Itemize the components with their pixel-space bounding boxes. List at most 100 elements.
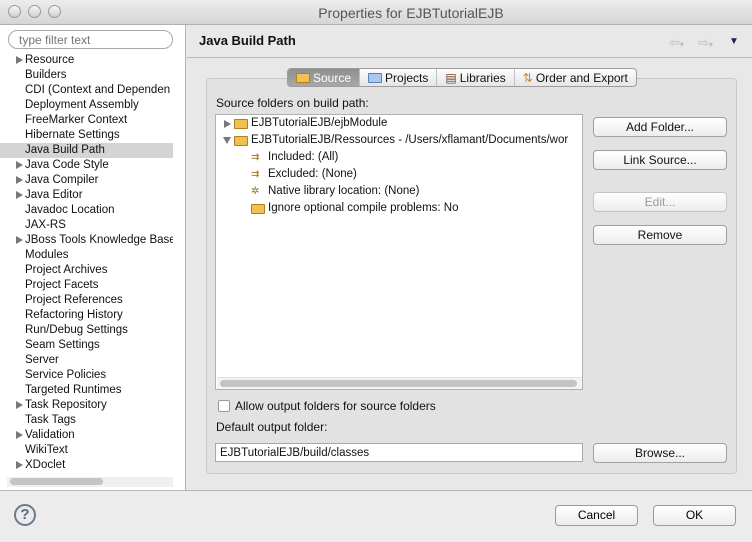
sidebar-item[interactable]: Seam Settings — [0, 338, 173, 353]
cancel-button[interactable]: Cancel — [555, 505, 638, 526]
sidebar-item-label: Refactoring History — [25, 309, 123, 321]
inclusion-filter-icon: ⇉ — [251, 151, 260, 163]
sidebar-item-label: Hibernate Settings — [25, 129, 120, 141]
source-folders-tree[interactable]: EJBTutorialEJB/ejbModule EJBTutorialEJB/… — [215, 114, 583, 390]
tree-row[interactable]: ⇉ Excluded: (None) — [251, 166, 357, 183]
sidebar-item[interactable]: CDI (Context and Dependen — [0, 83, 173, 98]
expand-icon[interactable] — [16, 56, 23, 64]
sidebar-item-label: Validation — [25, 429, 75, 441]
sidebar-item-label: WikiText — [25, 444, 68, 456]
project-folder-icon — [368, 72, 383, 83]
sidebar-item-label: Java Code Style — [25, 159, 109, 171]
expand-icon[interactable] — [16, 401, 23, 409]
sidebar-item[interactable]: Java Compiler — [0, 173, 173, 188]
ok-button[interactable]: OK — [653, 505, 736, 526]
sidebar-item-label: Deployment Assembly — [25, 99, 139, 111]
expand-icon[interactable] — [16, 176, 23, 184]
allow-output-folders-checkbox[interactable] — [218, 400, 230, 412]
sidebar-item-label: Server — [25, 354, 59, 366]
sidebar-item-label: Task Repository — [25, 399, 107, 411]
tab-label: Projects — [385, 70, 429, 85]
package-folder-icon — [296, 72, 310, 83]
back-arrow-icon[interactable]: ⇦▾ — [669, 35, 684, 51]
sidebar-item[interactable]: Deployment Assembly — [0, 98, 173, 113]
sidebar-item-label: Modules — [25, 249, 69, 261]
expand-icon[interactable] — [224, 119, 231, 128]
sidebar-item[interactable]: Task Repository — [0, 398, 173, 413]
tree-row-label: EJBTutorialEJB/ejbModule — [251, 117, 388, 129]
sidebar-item[interactable]: Project Archives — [0, 263, 173, 278]
filter-input[interactable] — [8, 30, 173, 49]
sidebar-item-label: Project Facets — [25, 279, 99, 291]
sidebar-item[interactable]: Java Build Path — [0, 143, 173, 158]
sidebar-item-label: Seam Settings — [25, 339, 100, 351]
help-button[interactable]: ? — [14, 504, 36, 526]
exclusion-filter-icon: ⇉ — [251, 168, 260, 180]
scrollbar-thumb[interactable] — [10, 478, 103, 485]
tab-projects[interactable]: Projects — [360, 69, 438, 86]
sidebar-item[interactable]: Project Facets — [0, 278, 173, 293]
tab-order-and-export[interactable]: ⇅ Order and Export — [515, 69, 636, 86]
title-bar: Properties for EJBTutorialEJB — [0, 0, 752, 25]
collapse-icon[interactable] — [223, 137, 231, 144]
sidebar-horizontal-scrollbar[interactable] — [7, 477, 173, 487]
sidebar-item[interactable]: Project References — [0, 293, 173, 308]
sidebar-item-label: Project Archives — [25, 264, 108, 276]
tree-row-label: Ignore optional compile problems: No — [268, 202, 459, 214]
sidebar-item[interactable]: WikiText — [0, 443, 173, 458]
dialog-footer: ? Cancel OK — [0, 490, 752, 542]
default-output-folder-input[interactable] — [215, 443, 583, 462]
sidebar-item[interactable]: Java Code Style — [0, 158, 173, 173]
sidebar-item-label: XDoclet — [25, 459, 66, 471]
sidebar-item-label: Targeted Runtimes — [25, 384, 122, 396]
sidebar-item[interactable]: Task Tags — [0, 413, 173, 428]
page-title: Java Build Path — [199, 33, 296, 48]
tree-row[interactable]: EJBTutorialEJB/Ressources - /Users/xflam… — [223, 132, 568, 149]
expand-icon[interactable] — [16, 191, 23, 199]
sidebar-item[interactable]: Service Policies — [0, 368, 173, 383]
sidebar-item-label: Java Compiler — [25, 174, 99, 186]
tree-row[interactable]: Ignore optional compile problems: No — [251, 200, 459, 217]
expand-icon[interactable] — [16, 461, 23, 469]
package-folder-icon — [234, 118, 248, 129]
tree-horizontal-scrollbar[interactable] — [217, 377, 582, 389]
sidebar-item[interactable]: Run/Debug Settings — [0, 323, 173, 338]
view-menu-icon[interactable]: ▼ — [729, 36, 739, 47]
sidebar-item[interactable]: Java Editor — [0, 188, 173, 203]
forward-arrow-icon[interactable]: ⇨▾ — [698, 35, 713, 51]
add-folder-button[interactable]: Add Folder... — [593, 117, 727, 137]
tab-libraries[interactable]: ▤ Libraries — [437, 69, 515, 86]
sidebar-item-label: FreeMarker Context — [25, 114, 128, 126]
sidebar-item[interactable]: Modules — [0, 248, 173, 263]
tree-row-label: Included: (All) — [268, 151, 339, 163]
sidebar-item[interactable]: Targeted Runtimes — [0, 383, 173, 398]
sidebar-item-label: Javadoc Location — [25, 204, 115, 216]
tree-row[interactable]: EJBTutorialEJB/ejbModule — [224, 115, 387, 132]
sidebar-item[interactable]: XDoclet — [0, 458, 173, 473]
sidebar-item[interactable]: Server — [0, 353, 173, 368]
sidebar-item[interactable]: Validation — [0, 428, 173, 443]
property-page: Java Build Path ⇦▾ ⇨▾ ▼ Source folders o… — [187, 25, 752, 490]
sidebar-item[interactable]: JBoss Tools Knowledge Base — [0, 233, 173, 248]
expand-icon[interactable] — [16, 431, 23, 439]
tab-source[interactable]: Source — [288, 69, 361, 86]
link-source-button[interactable]: Link Source... — [593, 150, 727, 170]
remove-button[interactable]: Remove — [593, 225, 727, 245]
browse-button[interactable]: Browse... — [593, 443, 727, 463]
sidebar-item-label: Java Build Path — [25, 144, 105, 156]
sidebar-item[interactable]: Hibernate Settings — [0, 128, 173, 143]
sidebar-item[interactable]: Refactoring History — [0, 308, 173, 323]
tree-row[interactable]: ⇉ Included: (All) — [251, 149, 338, 166]
properties-sidebar: Resource Builders CDI (Context and Depende… — [0, 25, 186, 490]
sidebar-item[interactable]: FreeMarker Context — [0, 113, 173, 128]
sidebar-item[interactable]: Builders — [0, 68, 173, 83]
tree-row[interactable]: ✲ Native library location: (None) — [251, 183, 419, 200]
expand-icon[interactable] — [16, 161, 23, 169]
edit-button[interactable]: Edit... — [593, 192, 727, 212]
sidebar-item[interactable]: Resource — [0, 53, 173, 68]
sidebar-item[interactable]: Javadoc Location — [0, 203, 173, 218]
sidebar-item[interactable]: JAX-RS — [0, 218, 173, 233]
scrollbar-thumb[interactable] — [220, 380, 577, 387]
expand-icon[interactable] — [16, 236, 23, 244]
tab-content-group: Source folders on build path: EJBTutoria… — [206, 78, 737, 474]
